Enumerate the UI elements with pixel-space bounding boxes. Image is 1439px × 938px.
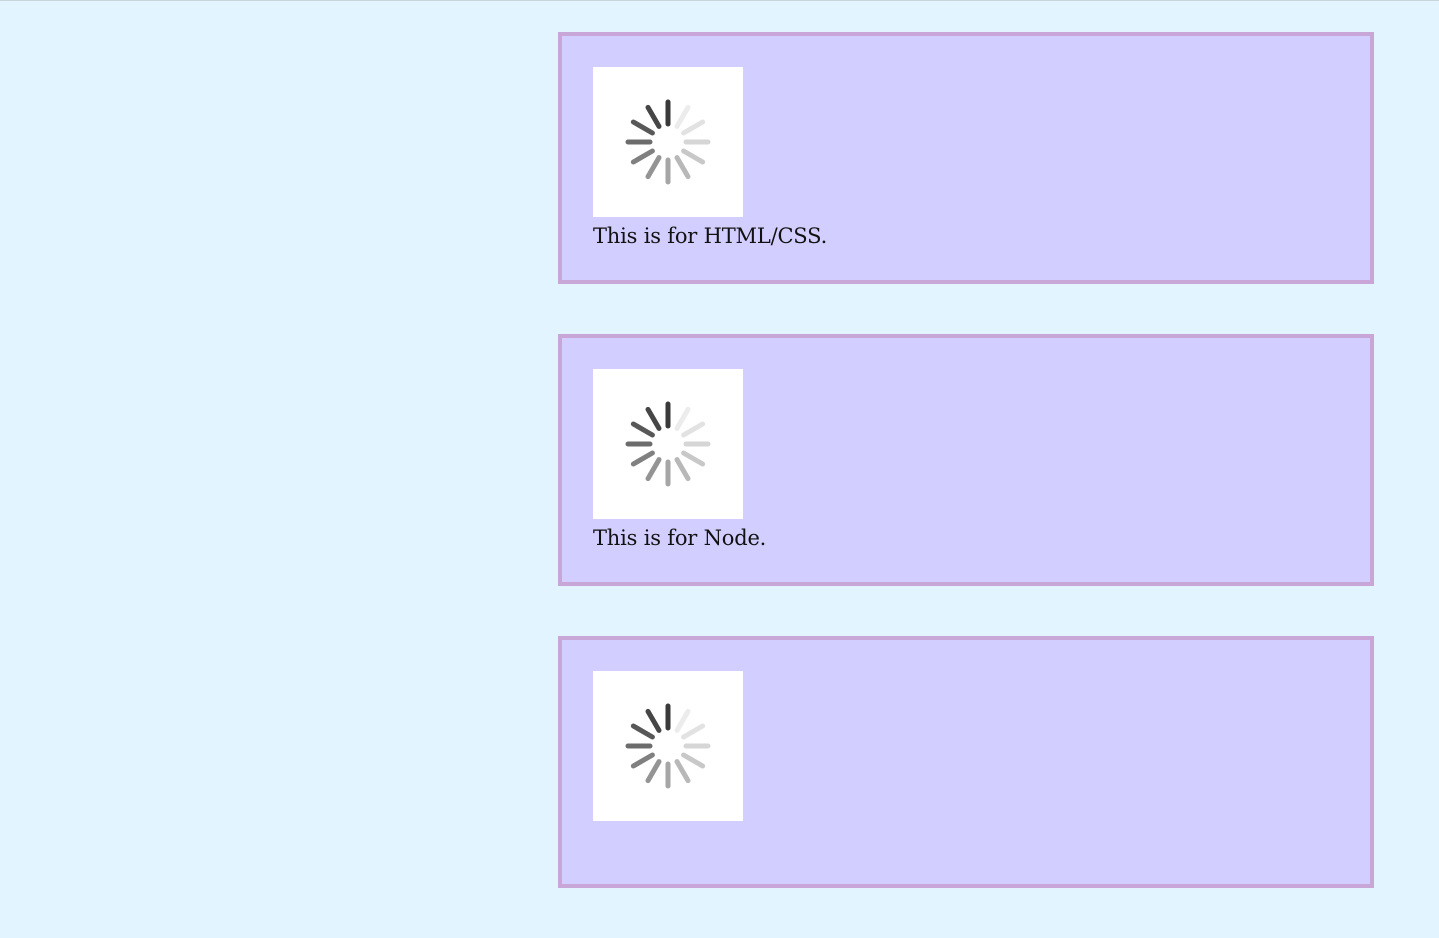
spinner-spoke	[630, 450, 655, 467]
spinner-spoke	[630, 752, 655, 769]
spinner-spoke	[645, 759, 662, 784]
loading-spinner-icon	[625, 99, 711, 185]
card-image	[593, 369, 743, 519]
spinner-spoke	[681, 752, 706, 769]
card-image	[593, 671, 743, 821]
spinner-spoke	[630, 119, 655, 136]
spinner-spoke	[681, 421, 706, 438]
card-third	[558, 636, 1374, 888]
loading-spinner-icon	[625, 401, 711, 487]
spinner-spoke	[674, 155, 691, 180]
spinner-spoke	[674, 457, 691, 482]
spinner-spoke	[645, 406, 662, 431]
spinner-spoke	[630, 421, 655, 438]
spinner-spoke	[645, 708, 662, 733]
spinner-spoke	[681, 148, 706, 165]
spinner-spoke	[645, 457, 662, 482]
spinner-spoke	[681, 723, 706, 740]
spinner-spoke	[674, 104, 691, 129]
spinner-spoke	[681, 119, 706, 136]
spinner-spoke	[630, 723, 655, 740]
card-caption: This is for HTML/CSS.	[593, 224, 828, 248]
card-caption: This is for Node.	[593, 526, 767, 550]
spinner-spoke	[674, 759, 691, 784]
card-html-css: This is for HTML/CSS.	[558, 32, 1374, 284]
card-image	[593, 67, 743, 217]
loading-spinner-icon	[625, 703, 711, 789]
spinner-spoke	[630, 148, 655, 165]
card-node: This is for Node.	[558, 334, 1374, 586]
spinner-spoke	[645, 104, 662, 129]
card-list: This is for HTML/CSS. This is for Node.	[558, 32, 1374, 938]
spinner-spoke	[645, 155, 662, 180]
spinner-spoke	[674, 406, 691, 431]
spinner-spoke	[674, 708, 691, 733]
spinner-spoke	[681, 450, 706, 467]
